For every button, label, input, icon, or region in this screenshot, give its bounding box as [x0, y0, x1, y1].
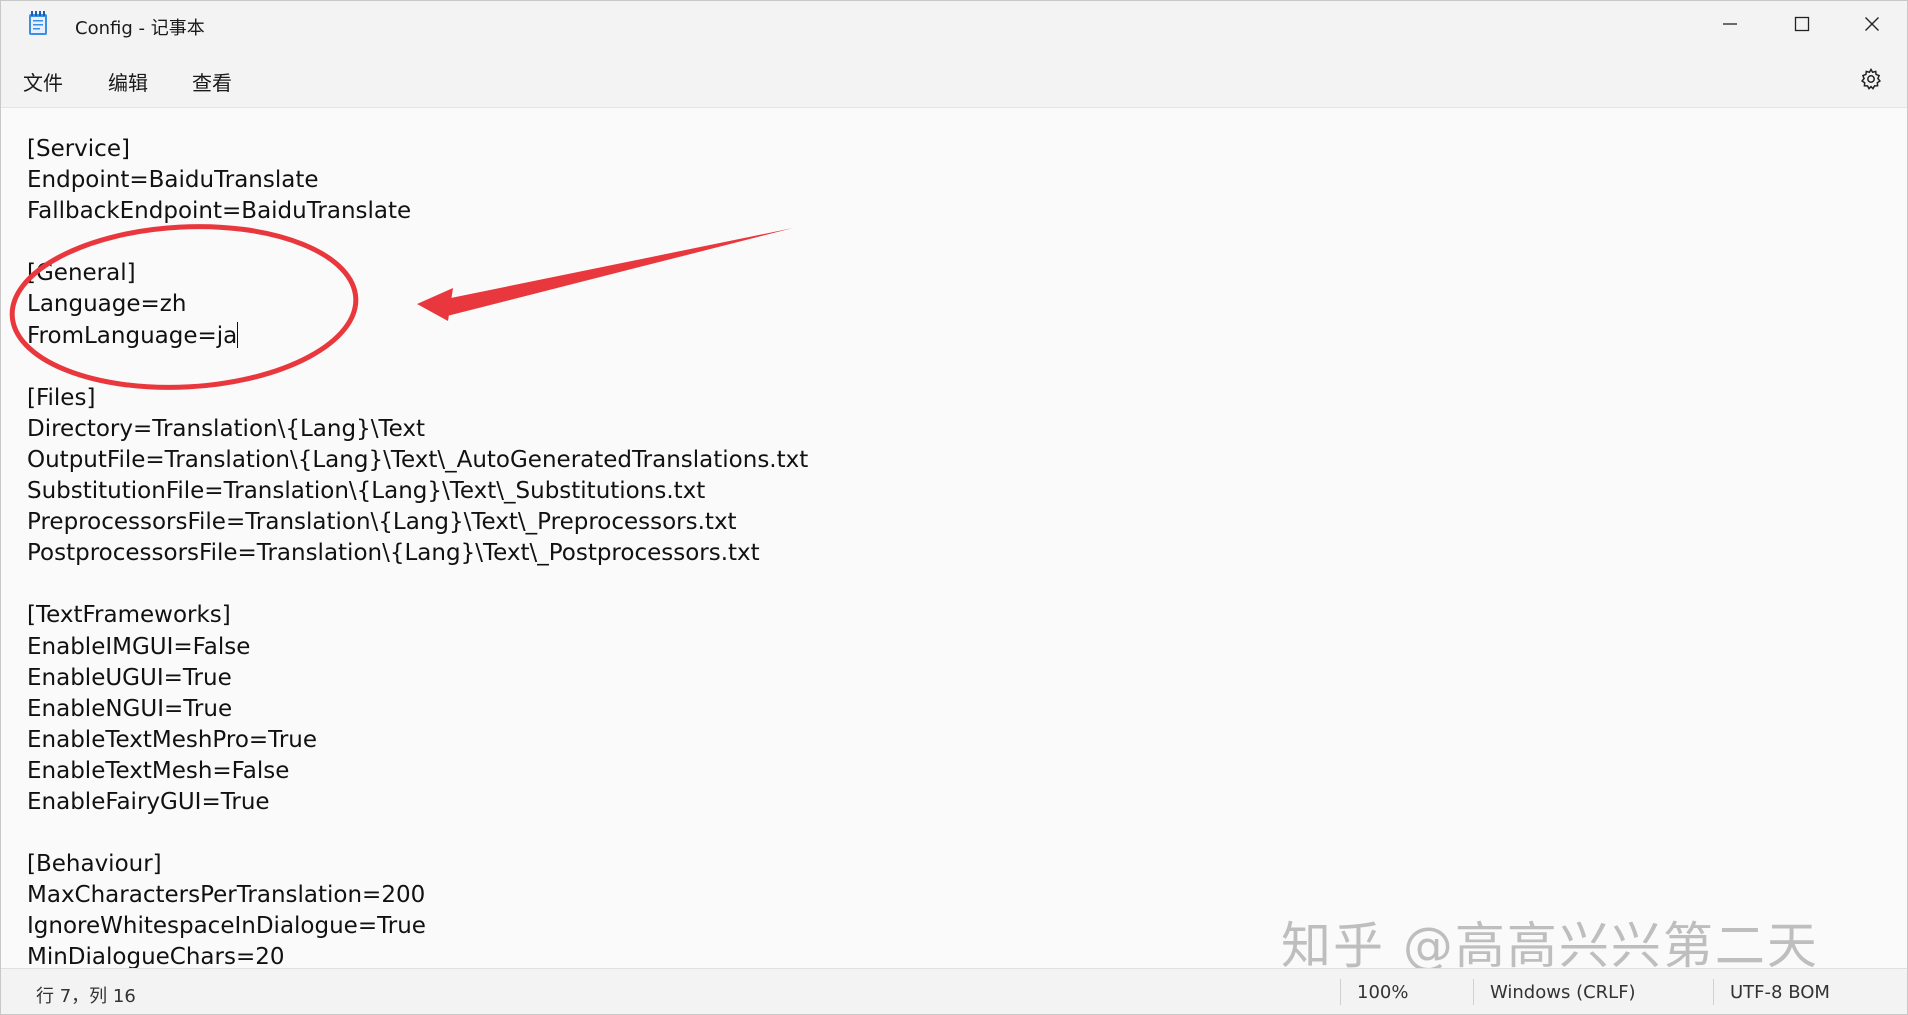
- editor-line: EnableTextMesh=False: [27, 757, 290, 784]
- editor-line: MinDialogueChars=20: [27, 944, 285, 968]
- maximize-icon: [1794, 16, 1810, 32]
- editor-line: PostprocessorsFile=Translation\{Lang}\Te…: [27, 540, 760, 567]
- editor-line-current: FromLanguage=ja: [27, 321, 808, 352]
- editor-line: OutputFile=Translation\{Lang}\Text\_Auto…: [27, 446, 809, 473]
- editor-line: EnableUGUI=True: [27, 664, 232, 691]
- status-bar: 行 7，列 16 100% Windows (CRLF) UTF-8 BOM: [1, 968, 1907, 1014]
- editor-content[interactable]: [Service] Endpoint=BaiduTranslate Fallba…: [27, 134, 808, 968]
- status-divider: [1473, 979, 1474, 1005]
- status-divider: [1713, 979, 1714, 1005]
- editor-line: [Behaviour]: [27, 851, 162, 878]
- editor-line: [Files]: [27, 384, 96, 411]
- editor-line: Directory=Translation\{Lang}\Text: [27, 415, 425, 442]
- editor-line: EnableFairyGUI=True: [27, 788, 270, 815]
- menu-bar: 文件 编辑 查看: [1, 47, 1907, 108]
- editor-line: PreprocessorsFile=Translation\{Lang}\Tex…: [27, 509, 737, 536]
- status-cursor-position: 行 7，列 16: [36, 986, 136, 1007]
- text-caret: [237, 321, 239, 348]
- close-button[interactable]: [1837, 1, 1907, 47]
- editor-line: [TextFrameworks]: [27, 602, 231, 629]
- menu-edit[interactable]: 编辑: [108, 67, 148, 96]
- editor-line: Endpoint=BaiduTranslate: [27, 167, 319, 194]
- editor-line: SubstitutionFile=Translation\{Lang}\Text…: [27, 478, 706, 505]
- menu-view[interactable]: 查看: [192, 67, 232, 96]
- editor-line: EnableIMGUI=False: [27, 633, 251, 660]
- window-title: Config - 记事本: [75, 18, 205, 39]
- editor-line: MaxCharactersPerTranslation=200: [27, 882, 426, 909]
- text-editor[interactable]: [Service] Endpoint=BaiduTranslate Fallba…: [1, 108, 1907, 968]
- close-icon: [1865, 17, 1879, 31]
- editor-line: [Service]: [27, 136, 130, 162]
- editor-line-text: FromLanguage=ja: [27, 322, 238, 349]
- menu-file[interactable]: 文件: [23, 67, 63, 96]
- minimize-icon: [1723, 23, 1737, 25]
- status-zoom[interactable]: 100%: [1357, 982, 1408, 1003]
- watermark: 知乎 @高高兴兴第二天: [1281, 917, 1819, 968]
- title-bar[interactable]: Config - 记事本: [1, 1, 1907, 47]
- maximize-button[interactable]: [1767, 1, 1837, 47]
- notepad-window: Config - 记事本 文件 编辑 查看 [Service] Endpoint…: [0, 0, 1908, 1015]
- editor-line: EnableNGUI=True: [27, 695, 233, 722]
- gear-icon: [1860, 68, 1882, 90]
- editor-line: IgnoreWhitespaceInDialogue=True: [27, 913, 426, 940]
- settings-button[interactable]: [1855, 63, 1887, 95]
- status-line-ending[interactable]: Windows (CRLF): [1490, 982, 1636, 1003]
- editor-line: FallbackEndpoint=BaiduTranslate: [27, 198, 412, 225]
- status-encoding[interactable]: UTF-8 BOM: [1730, 982, 1830, 1003]
- editor-line: [General]: [27, 260, 136, 287]
- status-divider: [1340, 979, 1341, 1005]
- notepad-icon: [29, 11, 47, 35]
- editor-line: Language=zh: [27, 291, 187, 318]
- minimize-button[interactable]: [1695, 1, 1765, 47]
- editor-line: EnableTextMeshPro=True: [27, 726, 318, 753]
